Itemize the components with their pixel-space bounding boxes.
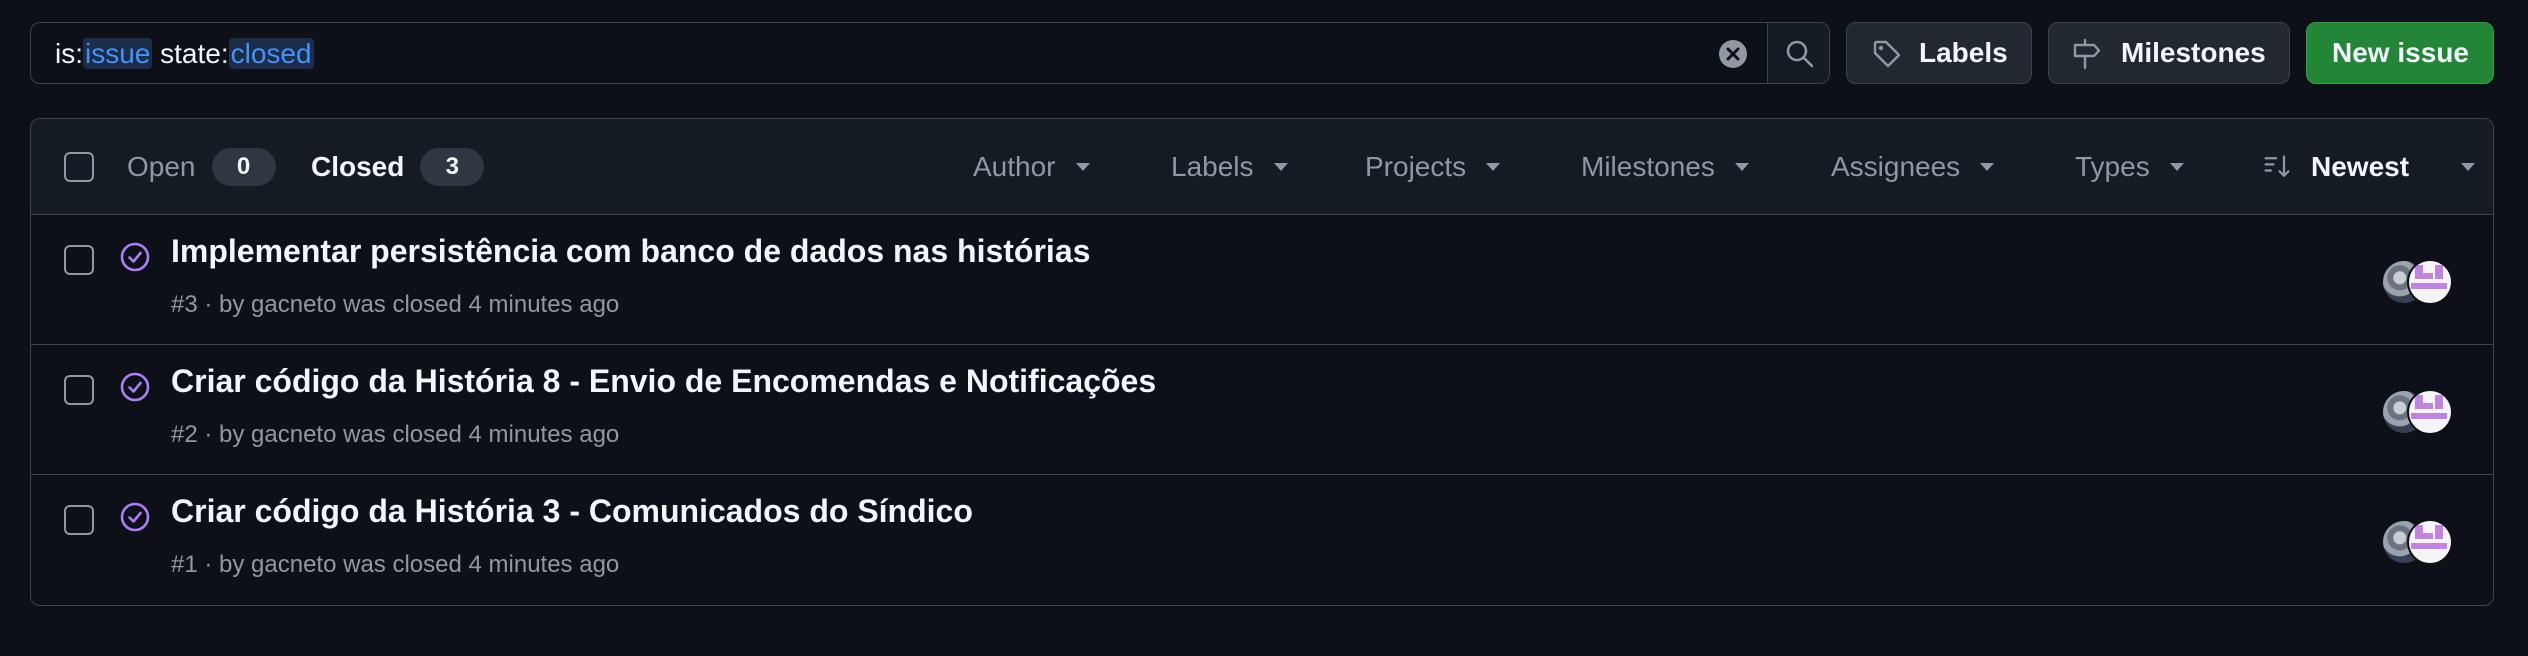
issue-meta: #3 · by gacneto was closed 4 minutes ago [171,291,620,318]
issues-list-header: Open 0 Closed 3 Author Labels Projects Mil… [31,119,2493,215]
chevron-down-icon [1486,162,1501,171]
milestones-button-label: Milestones [2121,37,2266,68]
chevron-down-icon [1980,162,1995,171]
avatar[interactable] [2407,519,2453,565]
filter-types-label: Types [2075,151,2150,182]
assignee-avatars[interactable] [2381,259,2461,305]
issue-closed-icon [120,502,150,532]
issue-meta: #1 · by gacneto was closed 4 minutes ago [171,551,620,578]
chevron-down-icon [1734,162,1749,171]
avatar[interactable] [2407,259,2453,305]
chevron-down-icon [2461,163,2475,171]
issue-title-link[interactable]: Implementar persistência com banco de da… [171,233,1090,270]
labels-button-label: Labels [1919,37,2008,68]
sort-desc-icon [2264,155,2290,177]
search-query[interactable]: is:issue state:closed [55,23,314,83]
top-toolbar: is:issue state:closed Labels Milestones … [30,22,2494,86]
issue-title-link[interactable]: Criar código da História 3 - Comunicados… [171,493,973,530]
select-all-checkbox[interactable] [64,152,94,182]
new-issue-button-label: New issue [2332,37,2469,68]
filter-labels[interactable]: Labels [1171,119,1288,215]
assignee-avatars[interactable] [2381,519,2461,565]
filter-assignees-label: Assignees [1831,151,1961,182]
search-input[interactable]: is:issue state:closed [30,22,1830,84]
issue-row[interactable]: Criar código da História 8 - Envio de En… [31,345,2493,475]
chevron-down-icon [2169,162,2184,171]
issue-closed-icon [120,372,150,402]
tab-closed-label: Closed [311,151,405,182]
search-token-value: issue [83,38,153,69]
search-icon [1786,40,1814,68]
issue-checkbox[interactable] [64,245,94,275]
issue-closed-icon [120,242,150,272]
search-token-key: is: [55,38,83,69]
tab-closed[interactable]: Closed 3 [311,119,485,215]
clear-search-icon[interactable] [1717,38,1749,70]
filter-assignees[interactable]: Assignees [1831,119,1995,215]
closed-count-badge: 3 [420,147,485,186]
filter-projects[interactable]: Projects [1365,119,1501,215]
chevron-down-icon [1075,162,1090,171]
search-token-key: state: [152,38,229,69]
new-issue-button[interactable]: New issue [2306,22,2494,84]
tab-open-label: Open [127,151,196,182]
chevron-down-icon [1273,162,1288,171]
issue-meta: #2 · by gacneto was closed 4 minutes ago [171,421,620,448]
filter-author[interactable]: Author [973,119,1090,215]
labels-button[interactable]: Labels [1846,22,2032,84]
filter-milestones[interactable]: Milestones [1581,119,1749,215]
sort-label: Newest [2311,151,2410,182]
filter-milestones-label: Milestones [1581,151,1715,182]
issues-list: Open 0 Closed 3 Author Labels Projects Mil… [30,118,2494,606]
milestone-icon [2073,38,2101,70]
milestones-button[interactable]: Milestones [2048,22,2290,84]
issue-checkbox[interactable] [64,505,94,535]
assignee-avatars[interactable] [2381,389,2461,435]
filter-types[interactable]: Types [2075,119,2184,215]
tag-icon [1873,40,1901,68]
issue-title-link[interactable]: Criar código da História 8 - Envio de En… [171,363,1156,400]
filter-author-label: Author [973,151,1056,182]
search-button[interactable] [1767,23,1829,83]
open-count-badge: 0 [211,147,276,186]
issue-row[interactable]: Implementar persistência com banco de da… [31,215,2493,345]
issue-checkbox[interactable] [64,375,94,405]
tab-open[interactable]: Open 0 [127,119,276,215]
avatar[interactable] [2407,389,2453,435]
filter-projects-label: Projects [1365,151,1467,182]
search-token-value: closed [228,38,314,69]
issue-row[interactable]: Criar código da História 3 - Comunicados… [31,475,2493,605]
filter-labels-label: Labels [1171,151,1254,182]
